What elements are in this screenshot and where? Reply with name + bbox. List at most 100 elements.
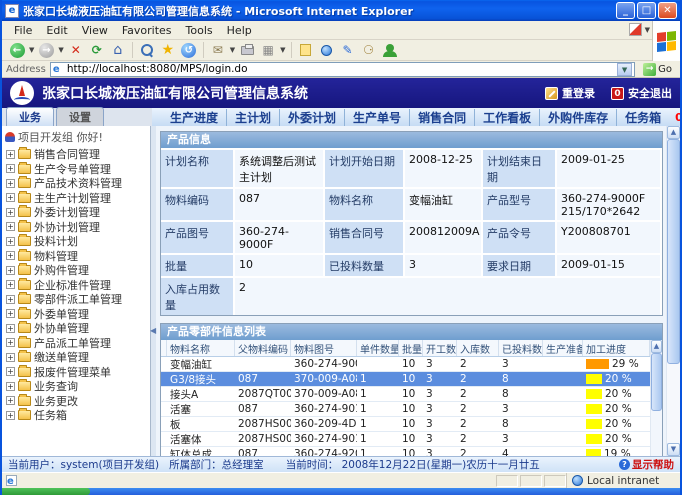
messenger-button[interactable]: [318, 41, 336, 59]
sidebar-item[interactable]: +外协单管理: [4, 321, 150, 336]
nav-purchased-stock[interactable]: 外购件库存: [539, 109, 616, 126]
menu-edit[interactable]: Edit: [40, 22, 73, 39]
sidebar-item[interactable]: +投料计划: [4, 234, 150, 249]
address-field[interactable]: e http://localhost:8080/MPS/login.do ▼: [50, 62, 635, 77]
mail-button[interactable]: ✉: [209, 41, 227, 59]
table-row[interactable]: 变幅油缸360-274-9000F1032329 %: [161, 357, 650, 372]
edit-button[interactable]: ▦: [259, 41, 277, 59]
expand-icon[interactable]: +: [6, 295, 15, 304]
menu-tools[interactable]: Tools: [180, 22, 219, 39]
binoculars-button[interactable]: ⚆: [360, 41, 378, 59]
sidebar-item[interactable]: +业务更改: [4, 394, 150, 409]
sidebar-item-task-box[interactable]: +任务箱: [4, 408, 150, 423]
history-button[interactable]: ↺: [180, 41, 198, 59]
nav-task-box[interactable]: 任务箱: [616, 109, 669, 126]
scroll-down-icon[interactable]: ▼: [667, 443, 680, 456]
sidebar-item[interactable]: +物料管理: [4, 249, 150, 264]
show-help-link[interactable]: ? 显示帮助: [619, 457, 674, 472]
forward-dropdown-icon[interactable]: ▼: [58, 46, 63, 54]
expand-icon[interactable]: +: [6, 324, 15, 333]
nav-production-progress[interactable]: 生产进度: [162, 109, 226, 126]
scroll-up-icon[interactable]: ▲: [651, 340, 662, 353]
nav-master-plan[interactable]: 主计划: [226, 109, 279, 126]
expand-icon[interactable]: +: [6, 179, 15, 188]
expand-icon[interactable]: +: [6, 353, 15, 362]
back-dropdown-icon[interactable]: ▼: [29, 46, 34, 54]
forward-button[interactable]: →: [37, 41, 55, 59]
expand-icon[interactable]: +: [6, 280, 15, 289]
start-button[interactable]: [2, 488, 90, 495]
page-vscrollbar[interactable]: ▲ ▼: [666, 126, 680, 456]
expand-icon[interactable]: +: [6, 193, 15, 202]
discuss-button[interactable]: [297, 41, 315, 59]
tab-business[interactable]: 业务: [6, 107, 54, 126]
sidebar-item[interactable]: +产品派工单管理: [4, 336, 150, 351]
table-row-selected[interactable]: G3/8接头087370-009-A084011032820 %: [161, 372, 650, 387]
table-row[interactable]: 活塞087360-274-9010F11032320 %: [161, 402, 650, 417]
expand-icon[interactable]: +: [6, 164, 15, 173]
expand-icon[interactable]: +: [6, 208, 15, 217]
sidebar-item[interactable]: +生产令号单管理: [4, 162, 150, 177]
expand-icon[interactable]: +: [6, 237, 15, 246]
expand-icon[interactable]: +: [6, 338, 15, 347]
table-row[interactable]: 活塞体2087HS002360-274-9011W11032320 %: [161, 432, 650, 447]
sidebar-item-sales-contract[interactable]: +销售合同管理: [4, 147, 150, 162]
scroll-up-icon[interactable]: ▲: [667, 126, 680, 139]
home-button[interactable]: ⌂: [109, 41, 127, 59]
sidebar-item[interactable]: +零部件派工单管理: [4, 292, 150, 307]
sidebar-splitter[interactable]: ◀: [151, 126, 156, 456]
nav-sales-contract[interactable]: 销售合同: [409, 109, 474, 126]
nav-outsource-plan[interactable]: 外委计划: [279, 109, 344, 126]
refresh-button[interactable]: ⟳: [88, 41, 106, 59]
tab-settings[interactable]: 设置: [56, 107, 104, 126]
vscroll-thumb[interactable]: [667, 139, 680, 364]
sidebar-item[interactable]: +企业标准件管理: [4, 278, 150, 293]
expand-icon[interactable]: +: [6, 411, 15, 420]
parts-table-vscrollbar[interactable]: ▲ ▼: [650, 340, 662, 456]
sidebar-item[interactable]: +主生产计划管理: [4, 191, 150, 206]
expand-icon[interactable]: +: [6, 150, 15, 159]
sidebar-item[interactable]: +产品技术资料管理: [4, 176, 150, 191]
sidebar-item[interactable]: +外协计划管理: [4, 220, 150, 235]
table-row[interactable]: 接头A2087QT002370-009-A085011032820 %: [161, 387, 650, 402]
sidebar-item[interactable]: +外委计划管理: [4, 205, 150, 220]
search-button[interactable]: [138, 41, 156, 59]
minimize-button[interactable]: _: [616, 2, 635, 19]
expand-icon[interactable]: +: [6, 266, 15, 275]
adobe-pdf-icon[interactable]: [629, 23, 642, 36]
address-input[interactable]: http://localhost:8080/MPS/login.do: [67, 63, 614, 75]
sidebar-item[interactable]: +报废件管理菜单: [4, 365, 150, 380]
nav-production-order[interactable]: 生产单号: [344, 109, 409, 126]
sidebar-item[interactable]: +业务查询: [4, 379, 150, 394]
edit-dropdown-icon[interactable]: ▼: [280, 46, 285, 54]
menu-favorites[interactable]: Favorites: [116, 22, 178, 39]
expand-icon[interactable]: +: [6, 309, 15, 318]
maximize-button[interactable]: □: [637, 2, 656, 19]
mail-dropdown-icon[interactable]: ▼: [230, 46, 235, 54]
chevron-down-icon[interactable]: ▼: [645, 26, 650, 34]
sidebar-item[interactable]: +缴送单管理: [4, 350, 150, 365]
menu-file[interactable]: File: [8, 22, 38, 39]
table-row[interactable]: 板2087HS002360-209-4D01011032820 %: [161, 417, 650, 432]
stop-button[interactable]: ✕: [67, 41, 85, 59]
expand-icon[interactable]: +: [6, 222, 15, 231]
nav-work-board[interactable]: 工作看板: [474, 109, 539, 126]
collapse-arrow-icon[interactable]: ◀: [150, 326, 156, 335]
sidebar-item[interactable]: +外委单管理: [4, 307, 150, 322]
menu-view[interactable]: View: [76, 22, 114, 39]
expand-icon[interactable]: +: [6, 396, 15, 405]
menu-help[interactable]: Help: [221, 22, 258, 39]
vscroll-thumb[interactable]: [651, 353, 662, 411]
msn-button[interactable]: [381, 41, 399, 59]
research-button[interactable]: ✎: [339, 41, 357, 59]
expand-icon[interactable]: +: [6, 382, 15, 391]
logout-button[interactable]: 0 安全退出: [611, 85, 672, 101]
table-row[interactable]: 缸体总成087360-274-9200F11032419 %: [161, 447, 650, 456]
expand-icon[interactable]: +: [6, 367, 15, 376]
back-button[interactable]: ←: [8, 41, 26, 59]
relogin-button[interactable]: 重登录: [545, 85, 595, 101]
sidebar-item[interactable]: +外购件管理: [4, 263, 150, 278]
close-button[interactable]: ✕: [658, 2, 677, 19]
print-button[interactable]: [238, 41, 256, 59]
favorites-button[interactable]: ★: [159, 41, 177, 59]
